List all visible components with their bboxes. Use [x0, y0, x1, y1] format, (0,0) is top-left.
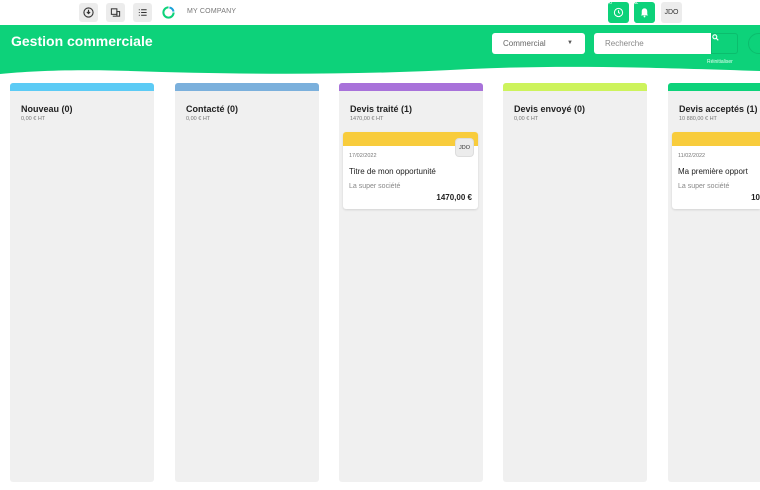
- column-devis-envoye: Devis envoyé (0) 0,00 € HT: [503, 83, 647, 482]
- column-total: 0,00 € HT: [514, 116, 539, 122]
- column-color-bar: [175, 83, 319, 91]
- column-total: 0,00 € HT: [21, 116, 46, 122]
- card-date: 17/02/2022: [349, 153, 377, 159]
- company-name[interactable]: MY COMPANY: [187, 8, 236, 15]
- column-nouveau: Nouveau (0) 0,00 € HT: [10, 83, 154, 482]
- card-date: 11/02/2022: [678, 153, 706, 159]
- page-header: Gestion commerciale Commercial ▼ Réiniti…: [0, 25, 760, 80]
- column-total: 0,00 € HT: [186, 116, 211, 122]
- column-devis-acceptes: Devis acceptés (1) 10 880,00 € HT 11/02/…: [668, 83, 760, 482]
- search-input[interactable]: [594, 33, 711, 54]
- opportunity-card[interactable]: JDO 17/02/2022 Titre de mon opportunité …: [343, 132, 478, 209]
- column-color-bar: [10, 83, 154, 91]
- column-color-bar: [339, 83, 483, 91]
- column-total: 10 880,00 € HT: [679, 116, 717, 122]
- timer-button[interactable]: 0: [608, 0, 629, 23]
- column-total: 1470,00 € HT: [350, 116, 384, 122]
- caret-down-icon: ▼: [567, 40, 573, 46]
- search-icon: [712, 34, 719, 41]
- column-title: Devis acceptés (1): [679, 104, 758, 114]
- card-title: Ma première opport: [678, 167, 748, 176]
- devices-icon[interactable]: [106, 3, 125, 22]
- column-color-bar: [668, 83, 760, 91]
- user-avatar[interactable]: JDO: [661, 2, 682, 23]
- column-color-bar: [503, 83, 647, 91]
- notifications-button[interactable]: 2: [634, 0, 655, 23]
- company-logo-icon[interactable]: [159, 3, 178, 22]
- timer-badge: 0: [609, 0, 613, 6]
- clock-icon: [613, 7, 624, 18]
- list-icon[interactable]: [133, 3, 152, 22]
- opportunity-card[interactable]: 11/02/2022 Ma première opport La super s…: [672, 132, 760, 209]
- reset-link[interactable]: Réinitialiser: [707, 59, 733, 65]
- search-button[interactable]: [711, 33, 738, 54]
- kanban-board: Nouveau (0) 0,00 € HT Contacté (0) 0,00 …: [0, 80, 760, 490]
- column-title: Devis envoyé (0): [514, 104, 586, 114]
- commercial-select-value: Commercial: [503, 39, 546, 48]
- column-title: Nouveau (0): [21, 104, 73, 114]
- column-title: Contacté (0): [186, 104, 239, 114]
- top-bar: MY COMPANY 0 2 JDO: [0, 0, 760, 25]
- card-amount: 10: [751, 193, 760, 202]
- column-devis-traite: Devis traité (1) 1470,00 € HT JDO 17/02/…: [339, 83, 483, 482]
- card-company: La super société: [678, 183, 730, 190]
- card-title: Titre de mon opportunité: [349, 167, 436, 176]
- card-company: La super société: [349, 183, 401, 190]
- column-title: Devis traité (1): [350, 104, 413, 114]
- page-title: Gestion commerciale: [11, 33, 153, 49]
- card-amount: 1470,00 €: [436, 193, 472, 202]
- column-contacte: Contacté (0) 0,00 € HT: [175, 83, 319, 482]
- commercial-select[interactable]: Commercial ▼: [492, 33, 585, 54]
- card-color-bar: [672, 132, 760, 146]
- notifications-badge: 2: [635, 0, 639, 6]
- download-icon[interactable]: [79, 3, 98, 22]
- bell-icon: [640, 8, 649, 18]
- card-user-avatar: JDO: [456, 139, 473, 156]
